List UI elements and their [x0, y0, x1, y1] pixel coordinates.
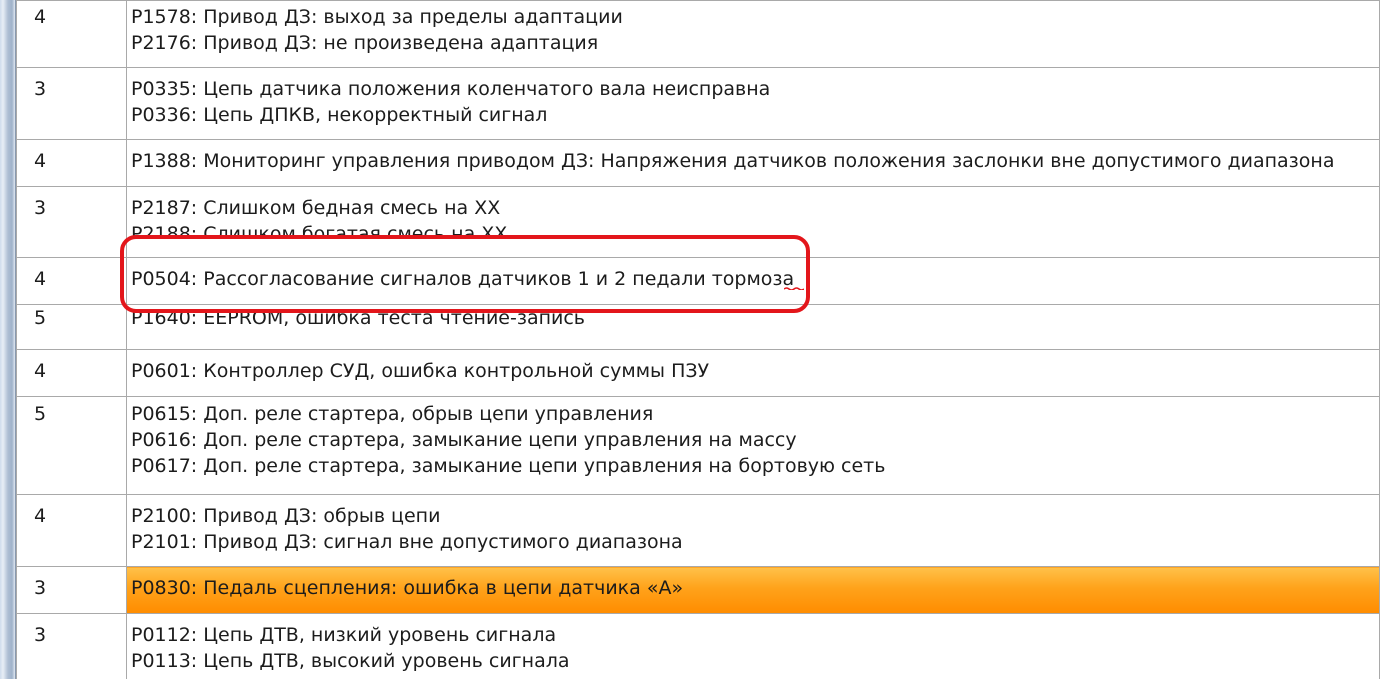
error-code-line: P0830: Педаль сцепления: ошибка в цепи д… — [131, 577, 684, 599]
priority-cell: 3 — [16, 566, 127, 614]
table-row[interactable]: 3 P0335: Цепь датчика положения коленчат… — [16, 67, 1380, 140]
error-code-line: P1388: Мониторинг управления приводом ДЗ… — [131, 150, 1335, 172]
error-code-line: P0617: Доп. реле стартера, замыкание цеп… — [131, 455, 886, 477]
description-cell: P1578: Привод ДЗ: выход за пределы адапт… — [126, 0, 1380, 68]
description-cell: P0504: Рассогласование сигналов датчиков… — [126, 257, 1380, 305]
table-row-selected[interactable]: 3 P0830: Педаль сцепления: ошибка в цепи… — [16, 566, 1380, 614]
table-row[interactable]: 5 P0615: Доп. реле стартера, обрыв цепи … — [16, 396, 1380, 495]
table-row[interactable]: 4 P0504: Рассогласование сигналов датчик… — [16, 257, 1380, 305]
priority-cell: 4 — [16, 349, 127, 397]
priority-cell: 4 — [16, 0, 127, 68]
priority-cell: 5 — [16, 396, 127, 495]
error-code-line: P0112: Цепь ДТВ, низкий уровень сигнала — [131, 624, 557, 646]
priority-cell: 3 — [16, 186, 127, 258]
description-cell: P0601: Контроллер СУД, ошибка контрольно… — [126, 349, 1380, 397]
priority-cell: 4 — [16, 139, 127, 187]
table-row[interactable]: 3 P2187: Слишком бедная смесь на ХХ P218… — [16, 186, 1380, 258]
error-code-line: P2101: Привод ДЗ: сигнал вне допустимого… — [131, 531, 683, 553]
error-table-window: 4 P1578: Привод ДЗ: выход за пределы ада… — [0, 0, 1380, 679]
description-cell: P0615: Доп. реле стартера, обрыв цепи уп… — [126, 396, 1380, 495]
error-codes-table: 4 P1578: Привод ДЗ: выход за пределы ада… — [16, 0, 1380, 679]
error-code-line: P1640: EEPROM, ошибка теста чтение-запис… — [131, 307, 585, 329]
error-code-line: P2176: Привод ДЗ: не произведена адаптац… — [131, 32, 599, 54]
priority-cell: 5 — [16, 304, 127, 350]
table-row[interactable]: 5 P1640: EEPROM, ошибка теста чтение-зап… — [16, 304, 1380, 350]
error-code-line: P2188: Слишком богатая смесь на ХХ — [131, 223, 508, 236]
table-row[interactable]: 4 P2100: Привод ДЗ: обрыв цепи P2101: Пр… — [16, 494, 1380, 567]
table-row[interactable]: 4 P1578: Привод ДЗ: выход за пределы ада… — [16, 0, 1380, 68]
description-cell: P0830: Педаль сцепления: ошибка в цепи д… — [126, 566, 1380, 614]
error-code-line: P2187: Слишком бедная смесь на ХХ — [131, 197, 501, 219]
table-row[interactable]: 4 P0601: Контроллер СУД, ошибка контроль… — [16, 349, 1380, 397]
priority-cell: 3 — [16, 613, 127, 679]
description-cell: P0112: Цепь ДТВ, низкий уровень сигнала … — [126, 613, 1380, 679]
description-cell: P0335: Цепь датчика положения коленчатог… — [126, 67, 1380, 140]
priority-cell: 4 — [16, 257, 127, 305]
priority-cell: 3 — [16, 67, 127, 140]
error-code-line: P0335: Цепь датчика положения коленчатог… — [131, 78, 771, 100]
error-code-line: P2100: Привод ДЗ: обрыв цепи — [131, 505, 441, 527]
error-code-line: P0615: Доп. реле стартера, обрыв цепи уп… — [131, 403, 654, 425]
error-code-line: P0616: Доп. реле стартера, замыкание цеп… — [131, 429, 797, 451]
error-code-line: P1578: Привод ДЗ: выход за пределы адапт… — [131, 6, 623, 28]
error-code-line: P0504: Рассогласование сигналов датчиков… — [131, 268, 795, 290]
description-cell: P2187: Слишком бедная смесь на ХХ P2188:… — [126, 186, 1380, 258]
description-cell: P1388: Мониторинг управления приводом ДЗ… — [126, 139, 1380, 187]
left-scroll-edge[interactable] — [0, 0, 16, 679]
description-cell: P2100: Привод ДЗ: обрыв цепи P2101: Прив… — [126, 494, 1380, 567]
error-code-line: P0601: Контроллер СУД, ошибка контрольно… — [131, 360, 710, 382]
priority-cell: 4 — [16, 494, 127, 567]
error-code-line: P0336: Цепь ДПКВ, некорректный сигнал — [131, 104, 548, 126]
error-code-line: P0113: Цепь ДТВ, высокий уровень сигнала — [131, 650, 570, 672]
table-row[interactable]: 3 P0112: Цепь ДТВ, низкий уровень сигнал… — [16, 613, 1380, 679]
table-row[interactable]: 4 P1388: Мониторинг управления приводом … — [16, 139, 1380, 187]
description-cell: P1640: EEPROM, ошибка теста чтение-запис… — [126, 304, 1380, 350]
